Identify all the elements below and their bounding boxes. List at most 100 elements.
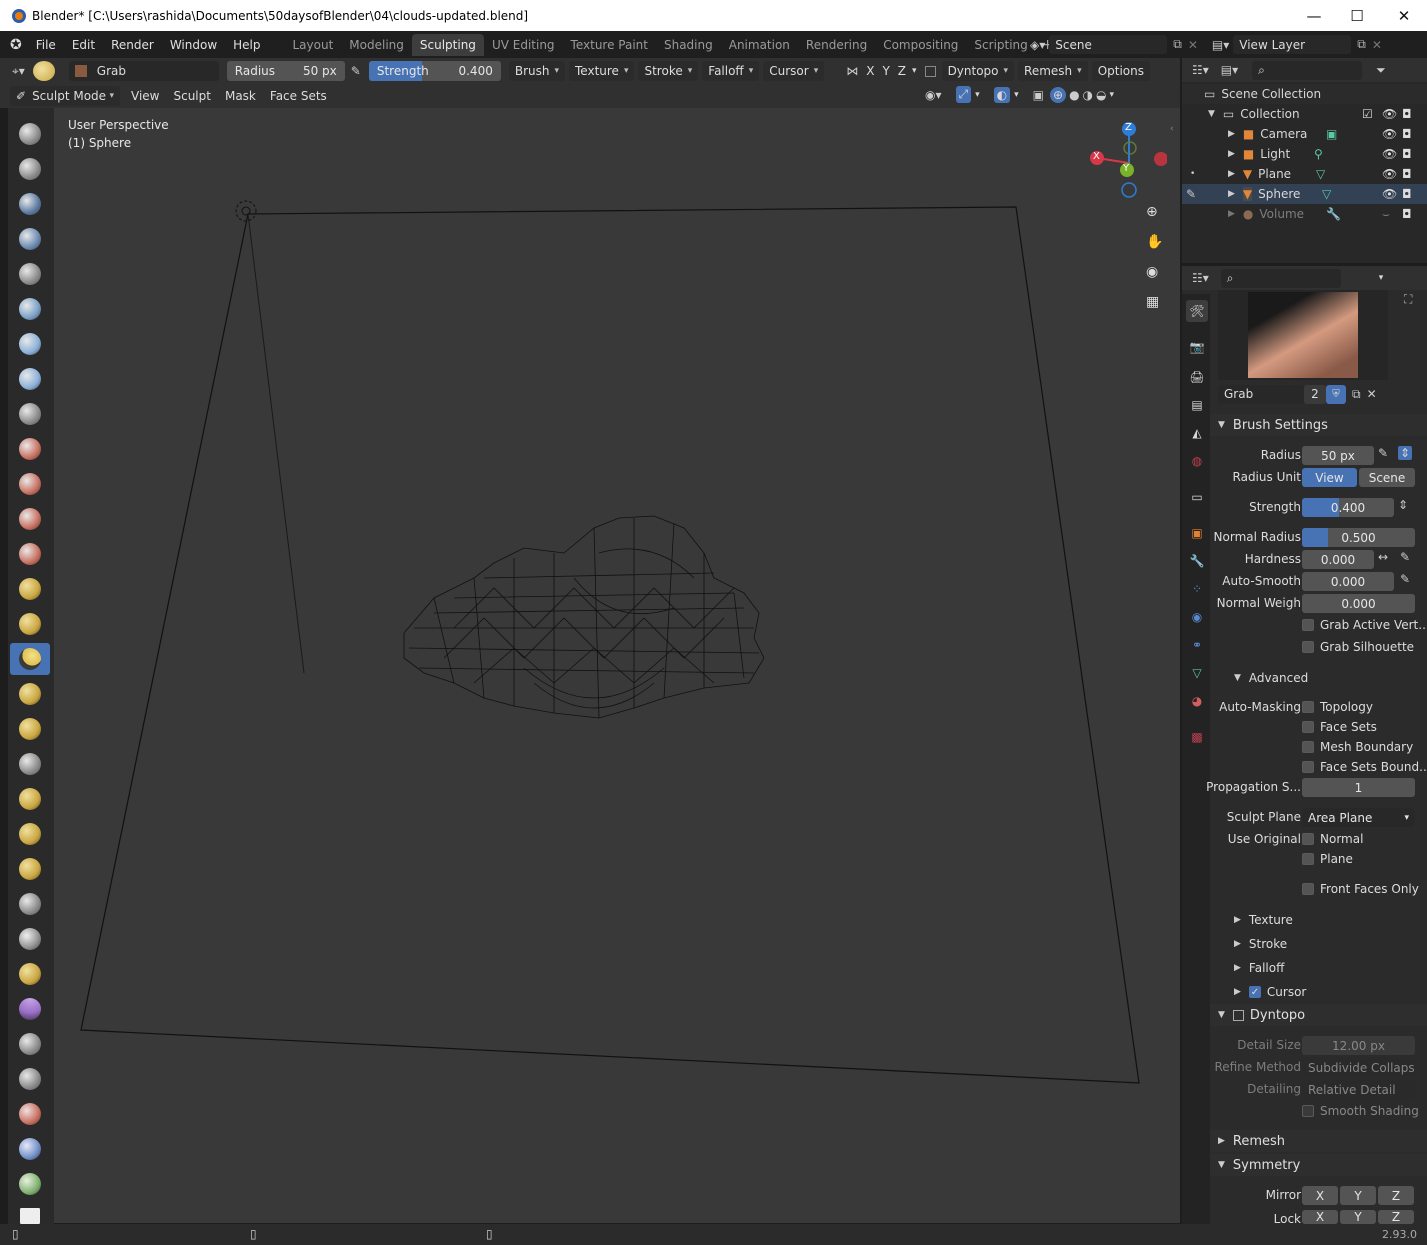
blob-tool[interactable] — [10, 363, 50, 395]
particles-tab-icon[interactable]: ⁘ — [1186, 578, 1208, 600]
eye-icon[interactable]: 👁 — [1382, 147, 1397, 161]
stroke-dropdown[interactable]: Stroke ▾ — [638, 61, 699, 81]
menu-file[interactable]: File — [28, 38, 64, 52]
overlay-toggle-icon[interactable]: ◐ — [993, 86, 1011, 103]
smooth-tool[interactable] — [10, 433, 50, 465]
scene-tab-icon[interactable]: ◭ — [1186, 422, 1208, 444]
advanced-subpanel[interactable]: ▼ Advanced — [1234, 671, 1308, 685]
mirror-y-button[interactable]: Y — [1340, 1186, 1376, 1205]
brush-name-field[interactable]: Grab — [68, 61, 219, 81]
minimize-button[interactable]: — — [1291, 0, 1337, 31]
dyntopo-checkbox[interactable] — [924, 65, 936, 77]
render-camera-icon[interactable]: ◘ — [1402, 187, 1412, 201]
sidebar-toggle-icon[interactable]: ‹ — [1170, 124, 1174, 134]
eye-icon[interactable]: 👁 — [1382, 107, 1397, 121]
grab-active-vertex-checkbox[interactable]: Grab Active Vert... — [1302, 618, 1427, 632]
menu-window[interactable]: Window — [162, 38, 225, 52]
eye-icon[interactable]: 👁 — [1382, 167, 1397, 181]
grab-silhouette-checkbox[interactable]: Grab Silhouette — [1302, 640, 1414, 654]
brush-datablock-name[interactable]: Grab — [1218, 384, 1304, 404]
grab-tool[interactable] — [10, 643, 50, 675]
display-mode-icon[interactable]: ▤▾ — [1221, 63, 1238, 77]
clay-strips-tool[interactable] — [10, 223, 50, 255]
filter-icon[interactable]: ⏷ — [1376, 63, 1386, 78]
solid-shading-icon[interactable]: ● — [1069, 88, 1079, 102]
mesh-data-icon[interactable]: ▽ — [1322, 187, 1331, 201]
properties-editor-type-icon[interactable]: ☷▾ — [1192, 271, 1209, 285]
lock-z-button[interactable]: Z — [1378, 1210, 1414, 1224]
hardness-field[interactable]: 0.000 — [1302, 550, 1374, 569]
brush-preview-image[interactable] — [1248, 292, 1358, 378]
modifier-wrench-icon[interactable]: 🔧 — [1326, 207, 1341, 221]
draw-face-sets-tool[interactable] — [10, 1063, 50, 1095]
tab-compositing[interactable]: Compositing — [875, 34, 966, 56]
preview-toggle-icon[interactable]: ⛶ — [1404, 292, 1412, 307]
tab-scripting[interactable]: Scripting — [966, 34, 1035, 56]
delete-view-layer-icon[interactable]: ✕ — [1372, 38, 1382, 52]
elastic-deform-tool[interactable] — [10, 678, 50, 710]
slide-relax-tool[interactable] — [10, 888, 50, 920]
3d-viewport[interactable]: User Perspective (1) Sphere Z X Y ⊕ ✋ ◉ … — [54, 108, 1180, 1223]
transform-tool[interactable] — [10, 1208, 50, 1224]
radius-pressure-icon[interactable]: ✎ — [1378, 446, 1388, 460]
auto-smooth-pressure-icon[interactable]: ✎ — [1400, 572, 1410, 586]
maximize-button[interactable]: ☐ — [1334, 0, 1380, 31]
tab-animation[interactable]: Animation — [721, 34, 798, 56]
cloth-tool[interactable] — [10, 958, 50, 990]
tool-tab-icon[interactable]: 🛠 — [1186, 300, 1208, 322]
outliner-item-light[interactable]: ▶ ■ Light ⚲ 👁 ◘ — [1182, 144, 1427, 164]
hardness-pressure-icon[interactable]: ✎ — [1400, 550, 1410, 564]
radius-unit-view[interactable]: View — [1302, 468, 1357, 487]
camera-data-icon[interactable]: ▣ — [1326, 127, 1337, 141]
render-camera-icon[interactable]: ◘ — [1402, 107, 1412, 121]
box-mask-tool[interactable] — [10, 1098, 50, 1130]
cursor-subpanel[interactable]: ▶ ✓ Cursor — [1234, 985, 1306, 999]
face-sets-boundary-checkbox[interactable]: Face Sets Bound... — [1302, 760, 1427, 774]
mesh-data-icon[interactable]: ▽ — [1316, 167, 1325, 181]
tab-modeling[interactable]: Modeling — [341, 34, 412, 56]
normal-weight-field[interactable]: 0.000 — [1302, 594, 1415, 613]
symmetry-panel[interactable]: ▼ Symmetry — [1210, 1154, 1427, 1176]
radius-unit-scene[interactable]: Scene — [1359, 468, 1415, 487]
inflate-tool[interactable] — [10, 328, 50, 360]
blender-menu-icon[interactable]: ✪ — [10, 37, 22, 53]
mirror-z-toggle[interactable]: Z — [894, 61, 910, 81]
refine-method-dropdown[interactable]: Subdivide Collapse — [1302, 1058, 1415, 1077]
radius-slider[interactable]: Radius 50 px — [226, 61, 345, 81]
clay-tool[interactable] — [10, 188, 50, 220]
mirror-z-button[interactable]: Z — [1378, 1186, 1414, 1205]
view-layer-tab-icon[interactable]: ▤ — [1186, 394, 1208, 416]
expand-icon[interactable]: ▼ — [1208, 109, 1215, 119]
falloff-subpanel[interactable]: ▶ Falloff — [1234, 961, 1284, 975]
mirror-dropdown-icon[interactable]: ▾ — [912, 66, 917, 76]
scene-icon[interactable]: ◈▾ — [1030, 38, 1045, 52]
clay-thumb-tool[interactable] — [10, 258, 50, 290]
boundary-tool[interactable] — [10, 923, 50, 955]
rotate-tool[interactable] — [10, 853, 50, 885]
texture-tab-icon[interactable]: ▩ — [1186, 726, 1208, 748]
tab-shading[interactable]: Shading — [656, 34, 721, 56]
thumb-tool[interactable] — [10, 748, 50, 780]
strength-field[interactable]: 0.400 — [1302, 498, 1394, 517]
stroke-subpanel[interactable]: ▶ Stroke — [1234, 937, 1287, 951]
line-project-tool[interactable] — [10, 1168, 50, 1200]
scrape-tool[interactable] — [10, 538, 50, 570]
eye-closed-icon[interactable]: ⌣ — [1382, 207, 1390, 222]
simplify-tool[interactable] — [10, 993, 50, 1025]
render-camera-icon[interactable]: ◘ — [1402, 207, 1412, 221]
brush-preview-icon[interactable] — [32, 61, 55, 81]
crease-tool[interactable] — [10, 398, 50, 430]
outliner-search-input[interactable]: ⌕ — [1252, 60, 1363, 80]
navigation-gizmo[interactable]: Z X Y — [1087, 118, 1168, 208]
eye-icon[interactable]: 👁 — [1382, 187, 1397, 201]
cursor-dropdown[interactable]: Cursor ▾ — [763, 61, 825, 81]
gizmo-dropdown-icon[interactable]: ▾ — [975, 90, 980, 100]
editor-type-icon[interactable]: ⌖▾ — [12, 64, 25, 79]
menu-face-sets[interactable]: Face Sets — [263, 86, 334, 106]
wireframe-shading-icon[interactable]: ⊕ — [1050, 86, 1067, 103]
new-view-layer-icon[interactable]: ⧉ — [1357, 37, 1366, 52]
brush-dropdown[interactable]: Brush ▾ — [508, 61, 566, 81]
tab-rendering[interactable]: Rendering — [798, 34, 875, 56]
properties-search-input[interactable]: ⌕ — [1220, 268, 1341, 288]
texture-dropdown[interactable]: Texture ▾ — [569, 61, 635, 81]
